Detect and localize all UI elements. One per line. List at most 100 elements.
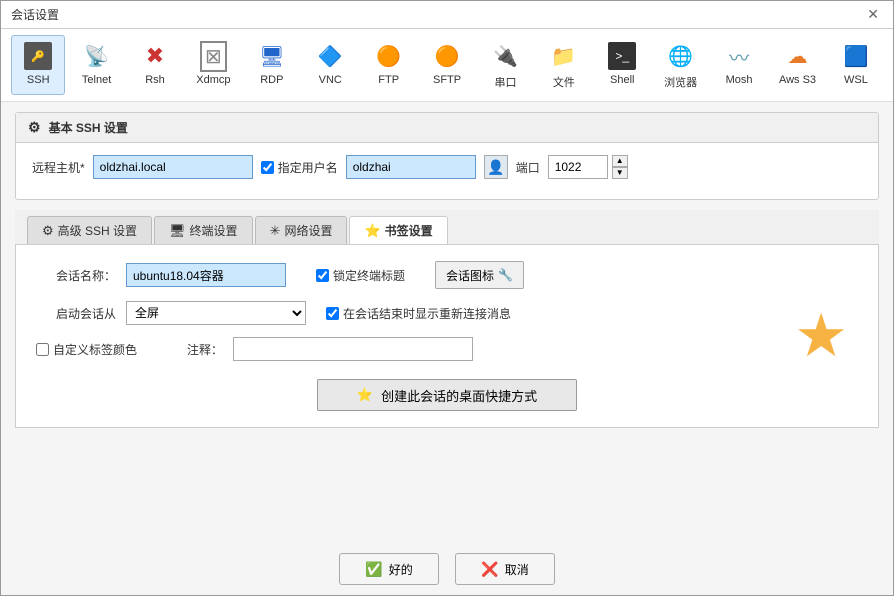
toolbar-item-sftp[interactable]: 🟠SFTP bbox=[420, 35, 474, 95]
ssh-panel-header: ⚙ 基本 SSH 设置 bbox=[16, 113, 878, 143]
close-button[interactable]: ✕ bbox=[863, 6, 883, 23]
wsl-toolbar-icon: 🟦 bbox=[840, 40, 872, 72]
cancel-button[interactable]: ❌ 取消 bbox=[455, 553, 555, 585]
main-content: ⚙ 基本 SSH 设置 远程主机* 指定用户名 👤 端口 bbox=[1, 102, 893, 539]
reconnect-text: 在会话结束时显示重新连接消息 bbox=[343, 305, 511, 322]
tab-icon-bookmark: ⭐ bbox=[364, 223, 380, 239]
shortcut-row: ⭐ 创建此会话的桌面快捷方式 bbox=[36, 379, 858, 411]
ssh-host-row: 远程主机* 指定用户名 👤 端口 ▲ ▼ bbox=[32, 155, 862, 179]
port-container: ▲ ▼ bbox=[548, 155, 628, 179]
tab-network[interactable]: ✳网络设置 bbox=[255, 216, 348, 244]
ssh-panel-icon: ⚙ bbox=[28, 119, 41, 136]
toolbar-item-rsh[interactable]: ✖Rsh bbox=[128, 35, 182, 95]
lock-title-text: 锁定终端标题 bbox=[333, 267, 405, 284]
check-user-label[interactable]: 指定用户名 bbox=[261, 159, 338, 176]
reconnect-checkbox[interactable] bbox=[326, 307, 339, 320]
tab-icon-network: ✳ bbox=[270, 223, 281, 239]
lock-title-checkbox[interactable] bbox=[316, 269, 329, 282]
startup-row: 启动会话从 全屏 窗口 最小化 在会话结束时显示重新连接消息 bbox=[36, 301, 858, 325]
toolbar-label-vnc: VNC bbox=[319, 74, 342, 86]
telnet-toolbar-icon: 📡 bbox=[81, 40, 113, 72]
tabbed-section: ⚙高级 SSH 设置🖥终端设置✳网络设置⭐书签设置 会话名称： 锁定终端标题 会… bbox=[15, 210, 879, 428]
tab-label-bookmark: 书签设置 bbox=[385, 222, 433, 239]
ok-icon: ✅ bbox=[365, 561, 382, 578]
toolbar-item-ftp[interactable]: 🟠 FTP bbox=[361, 35, 415, 95]
tab-bookmark[interactable]: ⭐ 书签设置 bbox=[349, 216, 447, 244]
toolbar-item-rdp[interactable]: 🖥RDP bbox=[245, 35, 299, 95]
ftp-toolbar-icon: 🟠 bbox=[373, 40, 405, 72]
tab-label-terminal: 终端设置 bbox=[190, 222, 238, 239]
toolbar-item-vnc[interactable]: 🔷VNC bbox=[303, 35, 357, 95]
window-title: 会话设置 bbox=[11, 6, 59, 23]
port-input[interactable] bbox=[548, 155, 608, 179]
check-user-checkbox[interactable] bbox=[261, 161, 274, 174]
main-window: 会话设置 ✕ 🔑 SSH 📡 Telnet ✖Rsh⊠Xdmcp🖥RDP🔷VNC 🟠 FTP… bbox=[0, 0, 894, 596]
bookmark-tab-panel: 会话名称： 锁定终端标题 会话图标 🔧 启动会话从 bbox=[15, 245, 879, 428]
host-input[interactable] bbox=[93, 155, 253, 179]
session-icon-button[interactable]: 会话图标 🔧 bbox=[435, 261, 524, 289]
tab-terminal[interactable]: 🖥终端设置 bbox=[154, 216, 253, 244]
toolbar-item-file[interactable]: 📁 文件 bbox=[537, 35, 591, 95]
mosh-toolbar-icon: 〰 bbox=[723, 40, 755, 72]
cancel-label: 取消 bbox=[505, 561, 529, 578]
toolbar-item-wsl[interactable]: 🟦 WSL bbox=[829, 35, 883, 95]
session-name-input[interactable] bbox=[126, 263, 286, 287]
shortcut-button[interactable]: ⭐ 创建此会话的桌面快捷方式 bbox=[317, 379, 577, 411]
tab-icon-terminal: 🖥 bbox=[169, 223, 186, 239]
toolbar-item-serial[interactable]: 🔌 串口 bbox=[478, 35, 532, 95]
reconnect-label[interactable]: 在会话结束时显示重新连接消息 bbox=[326, 305, 511, 322]
toolbar-item-telnet[interactable]: 📡 Telnet bbox=[69, 35, 123, 95]
star-decoration: ★ bbox=[794, 301, 848, 371]
toolbar-label-ssh: SSH bbox=[27, 74, 50, 86]
serial-toolbar-icon: 🔌 bbox=[489, 40, 521, 72]
shell-toolbar-icon: >_ bbox=[606, 40, 638, 72]
title-bar: 会话设置 ✕ bbox=[1, 1, 893, 29]
user-icon-button[interactable]: 👤 bbox=[484, 155, 508, 179]
port-spin-down[interactable]: ▼ bbox=[612, 167, 628, 179]
startup-label: 启动会话从 bbox=[36, 305, 116, 322]
rdp-toolbar-icon: 🖥 bbox=[256, 40, 288, 72]
cancel-icon: ❌ bbox=[481, 561, 498, 578]
file-toolbar-icon: 📁 bbox=[548, 40, 580, 72]
toolbar-label-wsl: WSL bbox=[844, 74, 868, 86]
toolbar-label-serial: 串口 bbox=[494, 74, 516, 90]
ssh-toolbar-icon: 🔑 bbox=[22, 40, 54, 72]
host-label: 远程主机* bbox=[32, 159, 85, 176]
session-name-row: 会话名称： 锁定终端标题 会话图标 🔧 bbox=[36, 261, 858, 289]
tab-advanced[interactable]: ⚙高级 SSH 设置 bbox=[27, 216, 152, 244]
toolbar-label-file: 文件 bbox=[553, 74, 575, 90]
shortcut-btn-label: 创建此会话的桌面快捷方式 bbox=[381, 386, 537, 405]
username-input[interactable] bbox=[346, 155, 476, 179]
toolbar-label-ftp: FTP bbox=[378, 74, 399, 86]
ssh-panel-title: 基本 SSH 设置 bbox=[49, 119, 128, 136]
custom-color-text: 自定义标签颜色 bbox=[53, 341, 137, 358]
footer-buttons: ✅ 好的 ❌ 取消 bbox=[1, 539, 893, 595]
tab-icon-advanced: ⚙ bbox=[42, 223, 54, 239]
toolbar-item-browser[interactable]: 🌐浏览器 bbox=[653, 35, 707, 95]
toolbar-item-xdmcp[interactable]: ⊠Xdmcp bbox=[186, 35, 240, 95]
tab-label-network: 网络设置 bbox=[284, 222, 332, 239]
custom-color-label[interactable]: 自定义标签颜色 bbox=[36, 341, 137, 358]
ok-label: 好的 bbox=[389, 561, 413, 578]
protocol-toolbar: 🔑 SSH 📡 Telnet ✖Rsh⊠Xdmcp🖥RDP🔷VNC 🟠 FTP 🟠SFTP 🔌 串… bbox=[1, 29, 893, 102]
custom-color-checkbox[interactable] bbox=[36, 343, 49, 356]
tab-label-advanced: 高级 SSH 设置 bbox=[58, 222, 137, 239]
check-user-text: 指定用户名 bbox=[278, 159, 338, 176]
toolbar-label-telnet: Telnet bbox=[82, 74, 111, 86]
ok-button[interactable]: ✅ 好的 bbox=[339, 553, 439, 585]
port-spin-up[interactable]: ▲ bbox=[612, 155, 628, 167]
toolbar-label-browser: 浏览器 bbox=[664, 74, 697, 90]
name-label: 会话名称： bbox=[36, 267, 116, 284]
bookmark-form: 会话名称： 锁定终端标题 会话图标 🔧 启动会话从 bbox=[36, 261, 858, 411]
lock-title-label[interactable]: 锁定终端标题 bbox=[316, 267, 405, 284]
toolbar-label-mosh: Mosh bbox=[726, 74, 753, 86]
awss3-toolbar-icon: ☁ bbox=[781, 40, 813, 72]
note-input[interactable] bbox=[233, 337, 473, 361]
startup-select[interactable]: 全屏 窗口 最小化 bbox=[126, 301, 306, 325]
toolbar-item-awss3[interactable]: ☁Aws S3 bbox=[770, 35, 824, 95]
toolbar-item-mosh[interactable]: 〰 Mosh bbox=[712, 35, 766, 95]
toolbar-item-shell[interactable]: >_Shell bbox=[595, 35, 649, 95]
sftp-toolbar-icon: 🟠 bbox=[431, 40, 463, 72]
session-icon-btn-icon: 🔧 bbox=[498, 268, 513, 282]
toolbar-item-ssh[interactable]: 🔑 SSH bbox=[11, 35, 65, 95]
